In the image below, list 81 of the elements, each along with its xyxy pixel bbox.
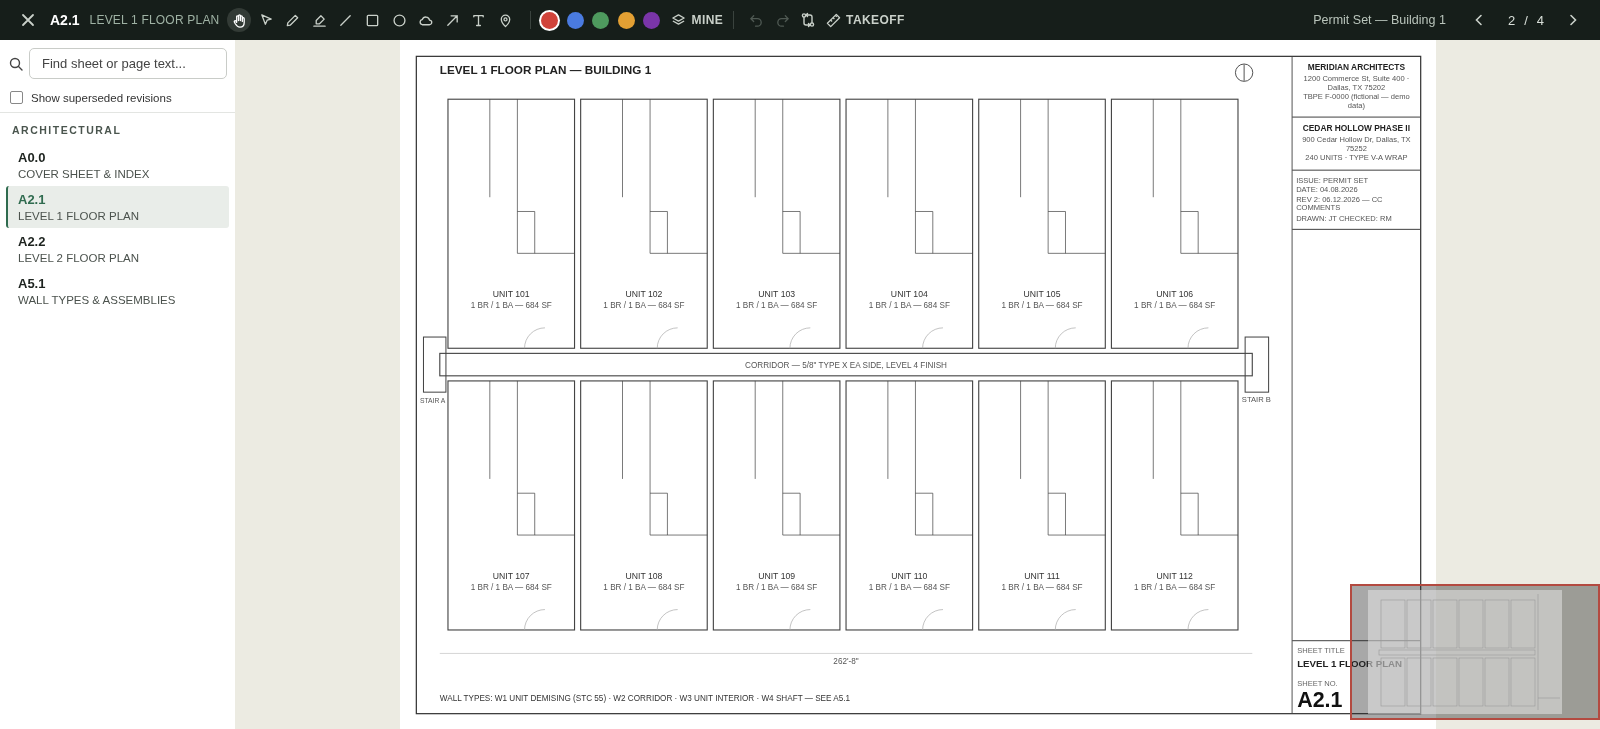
- unit-info: 1 BR / 1 BA — 684 SF: [1000, 583, 1083, 593]
- line-icon: [338, 12, 354, 28]
- unit-label: UNIT 102: [625, 289, 662, 300]
- sheet-list-item[interactable]: A2.2 LEVEL 2 FLOOR PLAN: [6, 228, 229, 270]
- undo-icon: [748, 12, 764, 28]
- stair: [422, 336, 446, 393]
- checkbox[interactable]: [10, 91, 23, 104]
- wall-types-note: WALL TYPES: W1 UNIT DEMISING (STC 55) · W2 CORRIDOR · W3 UNIT INTERIOR · W4 SHAFT — SEE A5.1: [439, 694, 850, 704]
- stair: [1244, 336, 1269, 393]
- drawing-title: LEVEL 1 FLOOR PLAN — BUILDING 1: [439, 62, 651, 76]
- set-name: Permit Set — Building 1: [1313, 13, 1446, 27]
- circle-icon: [391, 12, 407, 28]
- unit-info: 1 BR / 1 BA — 684 SF: [470, 301, 552, 311]
- unit-info: 1 BR / 1 BA — 684 SF: [1133, 583, 1215, 593]
- page-total: 4: [1536, 12, 1544, 28]
- title-block-sheet-number: A2.1: [1296, 688, 1343, 710]
- color-swatch[interactable]: [566, 11, 584, 29]
- color-swatch[interactable]: [541, 11, 558, 29]
- sheet-list-item[interactable]: A0.0 COVER SHEET & INDEX: [6, 144, 229, 186]
- redo-icon: [774, 12, 790, 28]
- ruler-icon: [826, 12, 842, 28]
- text-icon: [471, 12, 487, 28]
- sheet-number: A5.1: [18, 276, 47, 291]
- highlighter-icon: [311, 12, 327, 28]
- sheet-number: A2.1: [18, 192, 47, 207]
- sheet-name: LEVEL 1 FLOOR PLAN: [18, 210, 140, 222]
- layer-button[interactable]: MINE: [670, 12, 724, 28]
- firm-name: MERIDIAN ARCHITECTS: [1307, 62, 1405, 72]
- rectangle-icon: [364, 12, 380, 28]
- sheet-number: A2.2: [18, 234, 47, 249]
- takeoff-button[interactable]: TAKEOFF: [826, 12, 905, 28]
- hand-icon: [231, 12, 247, 28]
- unit-info: 1 BR / 1 BA — 684 SF: [602, 583, 684, 593]
- sheet-list-item[interactable]: A5.1 WALL TYPES & ASSEMBLIES: [6, 270, 229, 312]
- unit-info: 1 BR / 1 BA — 684 SF: [1000, 301, 1083, 311]
- unit-info: 1 BR / 1 BA — 684 SF: [735, 301, 817, 311]
- unit-info: 1 BR / 1 BA — 684 SF: [868, 583, 950, 593]
- unit-info: 1 BR / 1 BA — 684 SF: [735, 583, 817, 593]
- sheet-name: WALL TYPES & ASSEMBLIES: [18, 294, 177, 306]
- dimension-label: 262'-8": [832, 656, 859, 666]
- unit-label: UNIT 104: [890, 289, 928, 300]
- unit-label: UNIT 111: [1023, 570, 1060, 581]
- sheet-number: A0.0: [18, 150, 47, 165]
- unit-label: UNIT 101: [492, 289, 530, 300]
- unit-info: 1 BR / 1 BA — 684 SF: [1133, 301, 1215, 311]
- compare-icon: [800, 12, 817, 28]
- pointer-icon: [258, 12, 274, 28]
- search-icon: [9, 56, 23, 71]
- unit-info: 1 BR / 1 BA — 684 SF: [602, 301, 684, 311]
- sheet-name: COVER SHEET & INDEX: [18, 168, 151, 180]
- corridor-label: CORRIDOR — 5/8" TYPE X EA SIDE, LEVEL 4 FINISH: [744, 360, 947, 370]
- page-separator: /: [1524, 12, 1528, 28]
- unit-label: UNIT 107: [492, 570, 530, 581]
- layers-icon: [670, 12, 686, 28]
- sheet-name: LEVEL 2 FLOOR PLAN: [18, 252, 140, 264]
- hand-tool-button[interactable]: [227, 8, 252, 32]
- sheet-title: LEVEL 1 FLOOR PLAN: [89, 13, 220, 27]
- unit-label: UNIT 106: [1155, 289, 1193, 300]
- page-number: 2: [1507, 12, 1516, 28]
- unit-label: UNIT 110: [890, 570, 927, 581]
- sheet-number: A2.1: [50, 12, 80, 28]
- pencil-icon: [285, 12, 301, 28]
- color-swatch[interactable]: [617, 11, 635, 29]
- chevron-right-icon: [1568, 14, 1578, 26]
- color-swatch[interactable]: [592, 11, 609, 29]
- project-name: CEDAR HOLLOW PHASE II: [1302, 123, 1410, 133]
- unit-label: UNIT 103: [757, 289, 795, 300]
- unit-info: 1 BR / 1 BA — 684 SF: [470, 583, 552, 593]
- search-field[interactable]: Find sheet or page text...: [29, 48, 227, 79]
- color-swatch[interactable]: [643, 11, 660, 29]
- unit-info: 1 BR / 1 BA — 684 SF: [868, 301, 950, 311]
- close-icon: [21, 13, 35, 27]
- chevron-left-icon: [1473, 14, 1484, 26]
- unit-label: UNIT 105: [1023, 289, 1060, 300]
- unit-label: UNIT 108: [625, 570, 662, 581]
- group-heading: ARCHITECTURAL: [11, 123, 123, 138]
- checkbox-label: Show superseded revisions: [31, 91, 172, 104]
- arrow-icon: [444, 12, 460, 28]
- unit-label: UNIT 112: [1156, 570, 1193, 581]
- sheet-list-item[interactable]: A2.1 LEVEL 1 FLOOR PLAN: [6, 186, 229, 228]
- unit-label: UNIT 109: [757, 570, 795, 581]
